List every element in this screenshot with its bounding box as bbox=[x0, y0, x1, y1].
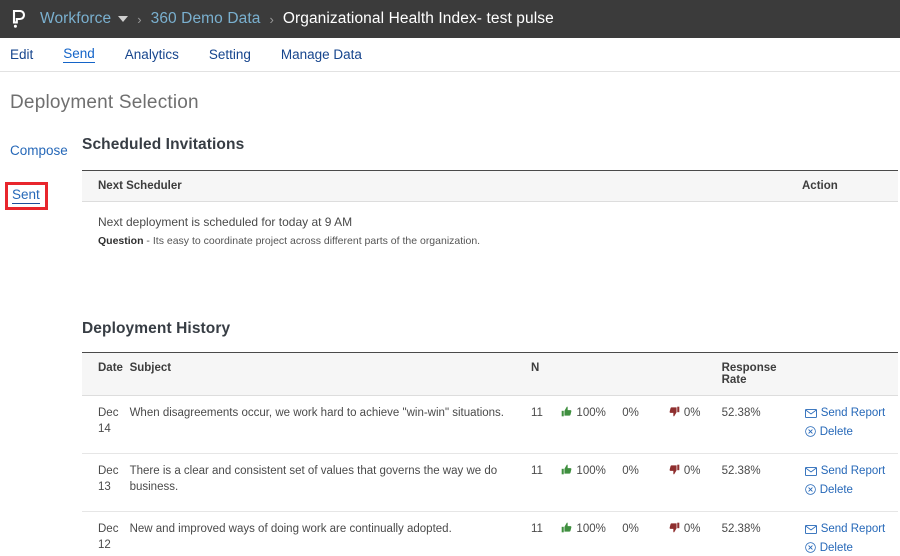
envelope-icon bbox=[805, 407, 821, 419]
table-row: Dec12New and improved ways of doing work… bbox=[82, 512, 898, 556]
scheduled-action-cell[interactable] bbox=[802, 202, 898, 259]
circle-x-icon bbox=[805, 484, 820, 496]
col-header-next-scheduler: Next Scheduler bbox=[82, 171, 802, 202]
col-header-positive bbox=[561, 353, 622, 396]
history-header-row: Date Subject N Response Rate bbox=[82, 353, 898, 396]
scheduled-invitations-table: Next Scheduler Action Next deployment is… bbox=[82, 170, 898, 258]
nav-item-manage-data[interactable]: Manage Data bbox=[281, 47, 362, 63]
next-deployment-text: Next deployment is scheduled for today a… bbox=[98, 214, 796, 230]
cell-date: Dec14 bbox=[82, 396, 130, 454]
col-header-subject: Subject bbox=[130, 353, 531, 396]
col-header-neutral bbox=[622, 353, 669, 396]
nav-item-analytics[interactable]: Analytics bbox=[125, 47, 179, 63]
envelope-icon bbox=[805, 523, 821, 535]
circle-x-icon bbox=[805, 426, 820, 438]
cell-positive-pct: 100% bbox=[561, 396, 622, 454]
thumbs-down-icon bbox=[669, 523, 684, 535]
cell-n: 11 bbox=[531, 512, 561, 556]
breadcrumb: Workforce › 360 Demo Data › Organization… bbox=[40, 10, 554, 28]
scheduled-question-line: Question - Its easy to coordinate projec… bbox=[98, 234, 796, 248]
history-table-head: Date Subject N Response Rate bbox=[82, 353, 898, 396]
cell-response-rate: 52.38% bbox=[722, 454, 805, 512]
subnav-row-compose: Compose bbox=[10, 142, 82, 182]
thumbs-up-icon bbox=[561, 523, 576, 535]
scheduled-table-head: Next Scheduler Action bbox=[82, 171, 898, 202]
delete-link[interactable]: Delete bbox=[805, 425, 892, 441]
scheduled-table-body: Next deployment is scheduled for today a… bbox=[82, 202, 898, 259]
cell-subject: New and improved ways of doing work are … bbox=[130, 512, 531, 556]
cell-subject: There is a clear and consistent set of v… bbox=[130, 454, 531, 512]
main-column: Scheduled Invitations Next Scheduler Act… bbox=[82, 136, 900, 556]
breadcrumb-separator-1: › bbox=[137, 12, 141, 27]
deployment-subnav: Compose Sent bbox=[0, 136, 82, 556]
send-report-link[interactable]: Send Report bbox=[805, 406, 892, 422]
cell-subject: When disagreements occur, we work hard t… bbox=[130, 396, 531, 454]
col-header-negative bbox=[669, 353, 722, 396]
delete-link[interactable]: Delete bbox=[805, 541, 892, 556]
thumbs-up-icon bbox=[561, 465, 576, 477]
scheduled-invitations-title: Scheduled Invitations bbox=[82, 136, 898, 154]
col-header-n: N bbox=[531, 353, 561, 396]
col-header-response-rate: Response Rate bbox=[722, 353, 805, 396]
breadcrumb-item-workforce[interactable]: Workforce bbox=[40, 10, 128, 28]
envelope-icon bbox=[805, 465, 821, 477]
subnav-item-compose[interactable]: Compose bbox=[10, 143, 68, 158]
cell-date: Dec13 bbox=[82, 454, 130, 512]
nav-item-setting[interactable]: Setting bbox=[209, 47, 251, 63]
page-title: Deployment Selection bbox=[10, 92, 900, 114]
col-header-action: Action bbox=[802, 171, 898, 202]
breadcrumb-separator-2: › bbox=[269, 12, 273, 27]
page-body: Compose Sent Scheduled Invitations Next … bbox=[0, 136, 900, 556]
cell-row-actions: Send Report Delete bbox=[805, 454, 898, 512]
page-content: Deployment Selection Compose Sent Schedu… bbox=[0, 92, 900, 556]
history-table-body: Dec14When disagreements occur, we work h… bbox=[82, 396, 898, 556]
thumbs-down-icon bbox=[669, 407, 684, 419]
cell-positive-pct: 100% bbox=[561, 454, 622, 512]
circle-x-icon bbox=[805, 542, 820, 554]
breadcrumb-label: Workforce bbox=[40, 10, 111, 27]
table-row: Dec14When disagreements occur, we work h… bbox=[82, 396, 898, 454]
qualtrics-p-logo-icon[interactable] bbox=[8, 7, 30, 31]
scheduled-header-row: Next Scheduler Action bbox=[82, 171, 898, 202]
cell-neutral-pct: 0% bbox=[622, 512, 669, 556]
cell-negative-pct: 0% bbox=[669, 396, 722, 454]
cell-n: 11 bbox=[531, 454, 561, 512]
scheduled-info-cell: Next deployment is scheduled for today a… bbox=[82, 202, 802, 259]
cell-n: 11 bbox=[531, 396, 561, 454]
cell-neutral-pct: 0% bbox=[622, 454, 669, 512]
cell-date: Dec12 bbox=[82, 512, 130, 556]
send-report-link[interactable]: Send Report bbox=[805, 522, 892, 538]
question-text: Its easy to coordinate project across di… bbox=[153, 235, 480, 247]
deployment-history-title: Deployment History bbox=[82, 320, 898, 338]
thumbs-down-icon bbox=[669, 465, 684, 477]
table-row: Dec13There is a clear and consistent set… bbox=[82, 454, 898, 512]
breadcrumb-item-current: Organizational Health Index- test pulse bbox=[283, 10, 554, 28]
delete-link[interactable]: Delete bbox=[805, 483, 892, 499]
col-header-row-action bbox=[805, 353, 898, 396]
thumbs-up-icon bbox=[561, 407, 576, 419]
cell-row-actions: Send Report Delete bbox=[805, 512, 898, 556]
cell-row-actions: Send Report Delete bbox=[805, 396, 898, 454]
col-header-date: Date bbox=[82, 353, 130, 396]
deployment-history-table: Date Subject N Response Rate Dec14When d… bbox=[82, 352, 898, 556]
question-dash: - bbox=[144, 235, 153, 247]
breadcrumb-item-project[interactable]: 360 Demo Data bbox=[151, 10, 261, 28]
cell-positive-pct: 100% bbox=[561, 512, 622, 556]
cell-negative-pct: 0% bbox=[669, 512, 722, 556]
question-label: Question bbox=[98, 235, 144, 247]
subnav-item-sent[interactable]: Sent bbox=[12, 187, 40, 204]
cell-response-rate: 52.38% bbox=[722, 396, 805, 454]
cell-response-rate: 52.38% bbox=[722, 512, 805, 556]
chevron-down-icon[interactable] bbox=[118, 16, 128, 22]
nav-item-send[interactable]: Send bbox=[63, 46, 95, 63]
cell-neutral-pct: 0% bbox=[622, 396, 669, 454]
sent-annotation-highlight: Sent bbox=[5, 182, 48, 210]
table-row: Next deployment is scheduled for today a… bbox=[82, 202, 898, 259]
top-header-bar: Workforce › 360 Demo Data › Organization… bbox=[0, 0, 900, 38]
send-report-link[interactable]: Send Report bbox=[805, 464, 892, 480]
primary-nav: Edit Send Analytics Setting Manage Data bbox=[0, 38, 900, 72]
nav-item-edit[interactable]: Edit bbox=[10, 47, 33, 63]
cell-negative-pct: 0% bbox=[669, 454, 722, 512]
